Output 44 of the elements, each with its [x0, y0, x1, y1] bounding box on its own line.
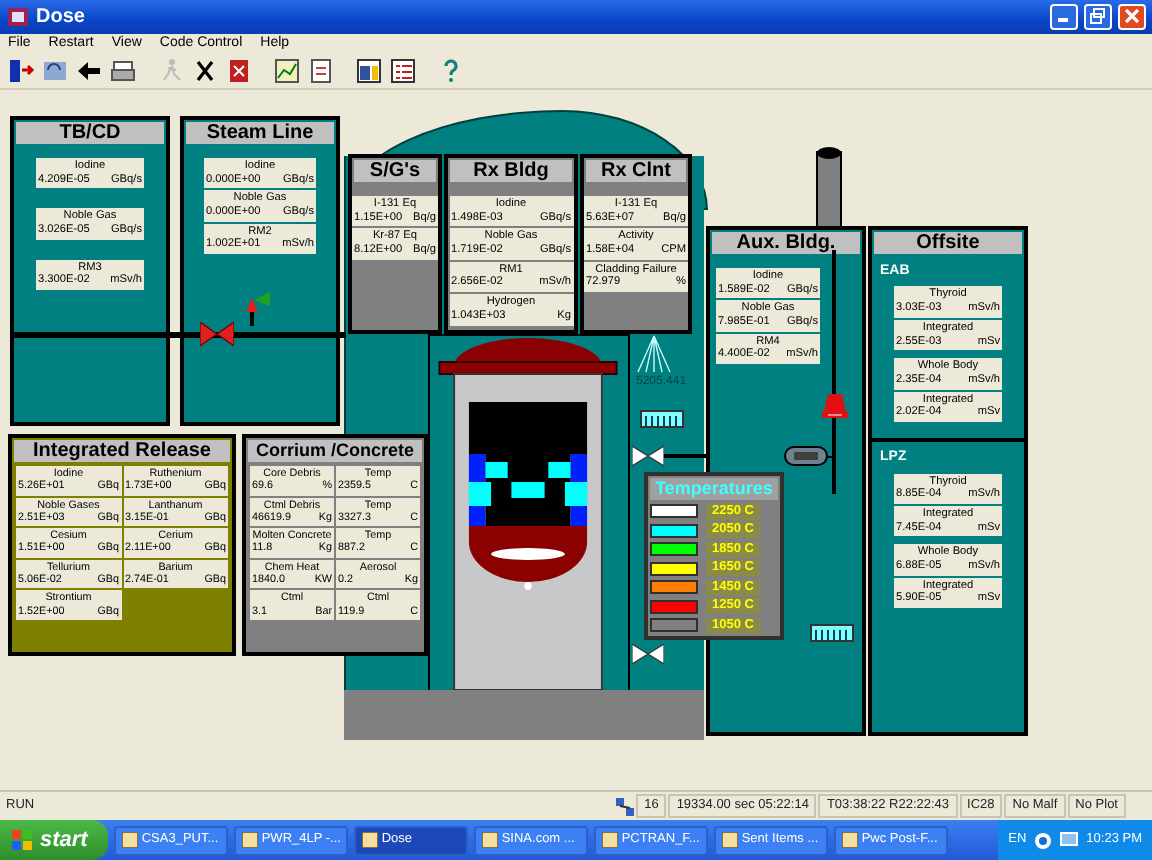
legend-title: Temperatures [650, 477, 778, 500]
panel-title: Rx Clnt [586, 159, 686, 182]
chart-icon[interactable] [272, 55, 302, 86]
window-icon [841, 832, 858, 848]
document-icon[interactable] [306, 55, 336, 86]
start-button[interactable]: start [0, 820, 108, 860]
valve-icon [632, 445, 664, 466]
window-icon [241, 832, 258, 848]
windows-logo-icon [12, 830, 32, 850]
exit-icon[interactable] [6, 55, 36, 86]
window-title: Dose [36, 3, 85, 32]
panel-title: Integrated Release [14, 439, 230, 462]
panel-title: Steam Line [186, 121, 334, 144]
printer-icon[interactable] [108, 55, 138, 86]
panel-title: Offsite [874, 231, 1022, 254]
window-icon [721, 832, 738, 848]
tray-monitor-icon [1060, 831, 1079, 849]
panel-title: Corrium /Concrete [248, 439, 422, 462]
heater-icon [640, 409, 684, 428]
panel-title: S/G's [354, 159, 436, 182]
spray-nozzle-icon [636, 333, 672, 374]
app-icon [6, 5, 30, 28]
alarm-bell-icon [822, 389, 848, 420]
window-icon [481, 832, 498, 848]
valve-icon [632, 643, 664, 664]
valve-icon [200, 321, 234, 346]
panel-title: Rx Bldg [450, 159, 572, 182]
network-icon [616, 797, 635, 816]
restore-icon [1090, 8, 1106, 25]
close-icon [1124, 8, 1140, 25]
close-button[interactable] [1118, 3, 1146, 30]
pump-icon [784, 445, 828, 466]
panel-title: TB/CD [16, 121, 164, 144]
list-icon[interactable] [388, 55, 418, 86]
window-icon [121, 832, 138, 848]
window-icon [361, 832, 378, 848]
restore-button[interactable] [1084, 3, 1112, 30]
heater-icon [810, 623, 854, 642]
relief-valve-icon [244, 289, 272, 326]
tray-globe-icon [1034, 831, 1053, 849]
window-icon [601, 832, 618, 848]
panel-title: Aux. Bldg. [712, 231, 860, 254]
window-icon[interactable] [354, 55, 384, 86]
minimize-button[interactable] [1050, 3, 1078, 30]
